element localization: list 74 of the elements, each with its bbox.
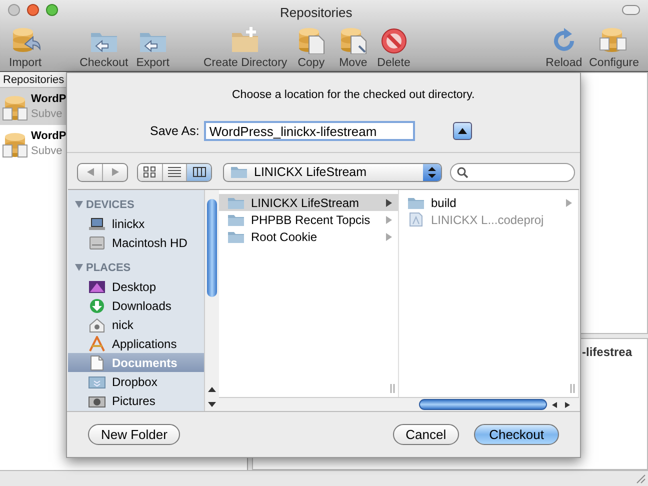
sidebar-item[interactable]: Pictures (68, 391, 204, 410)
right-arrow-icon (112, 168, 118, 176)
zoom-button[interactable] (46, 4, 58, 16)
folder-icon (88, 374, 106, 390)
triangle-icon (75, 264, 83, 272)
folder-icon (227, 212, 245, 227)
window-title: Repositories (280, 4, 352, 22)
triangle-icon (458, 128, 468, 134)
view-mode-segmented-control[interactable] (137, 162, 212, 182)
save-as-field[interactable]: WordPress_linickx-lifestream (204, 121, 416, 142)
search-icon (457, 166, 468, 178)
icon-view-icon (143, 166, 156, 178)
sidebar-item[interactable]: Macintosh HD (68, 233, 204, 252)
toolbar-toggle-button[interactable] (622, 5, 640, 15)
folder-icon (227, 230, 245, 244)
list-view-icon (168, 166, 181, 178)
folder-icon (227, 196, 245, 210)
view-mode-button[interactable] (162, 164, 188, 181)
toolbar-button[interactable]: Delete (377, 24, 410, 70)
file-row[interactable]: PHPBB Recent Topcis (219, 211, 398, 228)
laptop-icon (88, 216, 106, 232)
file-row[interactable]: build (399, 194, 578, 212)
folder-icon (407, 196, 425, 210)
dialog-button[interactable]: Checkout (474, 424, 559, 446)
scroll-thumb[interactable] (419, 399, 547, 410)
repository-type: Subve (31, 106, 64, 122)
file-row[interactable]: LINICKX LifeStream (219, 194, 398, 212)
up-down-arrows-icon (428, 166, 436, 178)
sidebar-item[interactable]: Desktop (68, 277, 204, 296)
document-icon (407, 212, 425, 228)
view-mode-button[interactable] (187, 164, 211, 181)
document-icon (88, 354, 106, 371)
repository-name: WordP (31, 92, 66, 106)
download-icon (88, 298, 106, 314)
house-icon (88, 316, 106, 333)
vertical-scrollbar[interactable] (204, 190, 219, 412)
column-resize-handle-icon (570, 384, 575, 394)
sidebar-item[interactable]: linickx (68, 214, 204, 234)
toolbar-button[interactable]: Move (337, 24, 370, 70)
disclosure-button[interactable] (453, 122, 472, 140)
file-row[interactable]: Root Cookie (219, 228, 398, 246)
folder-icon (230, 165, 248, 180)
field-label: Save As: (150, 122, 200, 140)
column-view-icon (192, 166, 206, 178)
search-field[interactable] (450, 162, 575, 182)
resize-grip-icon (636, 474, 646, 484)
column-resize-handle-icon (390, 384, 395, 394)
toolbar-button[interactable]: Checkout (80, 24, 128, 70)
toolbar-button[interactable]: Reload (546, 24, 582, 70)
triangle-icon (75, 201, 83, 208)
toolbar-button[interactable]: Create Directory (203, 24, 288, 70)
scroll-thumb[interactable] (207, 199, 217, 298)
desktop-icon (88, 278, 106, 295)
sidebar-item[interactable]: Downloads (68, 296, 204, 316)
log-text: -lifestrea (582, 345, 632, 359)
toolbar-button[interactable]: Export (136, 24, 170, 70)
toolbar-button[interactable]: Configure (589, 24, 639, 70)
repository-type: Subve (31, 144, 64, 158)
horizontal-scrollbar[interactable] (219, 397, 579, 412)
dialog-button[interactable]: New Folder (88, 424, 180, 446)
dialog-button[interactable]: Cancel (392, 424, 460, 446)
sidebar-item[interactable]: Dropbox (68, 372, 204, 392)
toolbar-button[interactable]: Copy (295, 24, 328, 70)
sheet-message: Choose a location for the checked out directory. (232, 88, 476, 103)
sidebar-item[interactable]: nick (68, 315, 204, 334)
left-arrow-icon (86, 168, 94, 176)
view-mode-button[interactable] (138, 164, 163, 181)
close-button[interactable] (8, 4, 20, 16)
location-popup[interactable]: LINICKX LifeStream (223, 162, 442, 182)
minimize-button[interactable] (27, 4, 39, 16)
repository-name: WordP (31, 128, 66, 144)
toolbar-button[interactable]: Import (9, 24, 42, 70)
sidebar-item[interactable]: Applications (68, 334, 204, 354)
navigation-segmented-control[interactable] (77, 162, 128, 182)
